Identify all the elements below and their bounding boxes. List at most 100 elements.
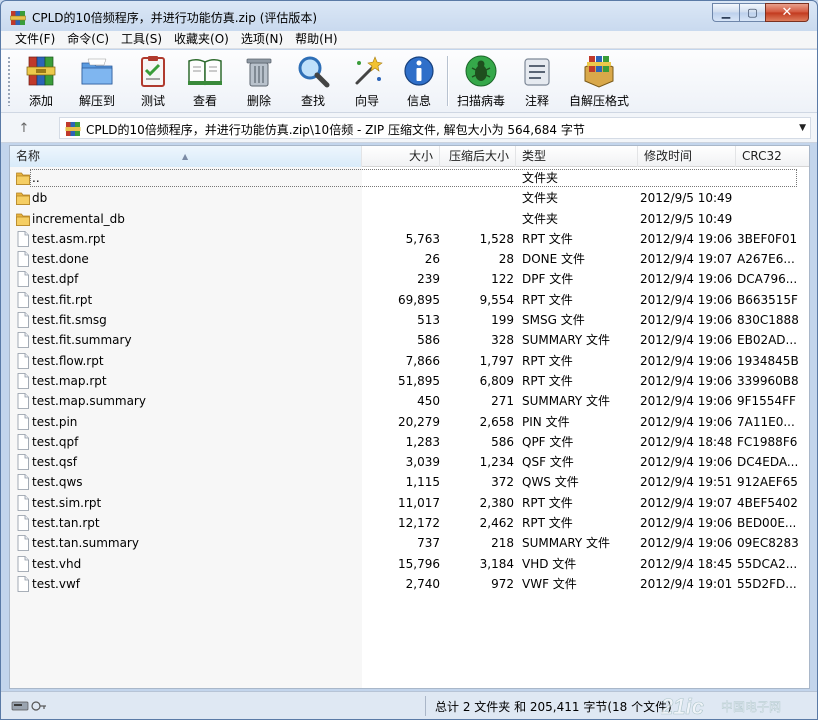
- sfx-button[interactable]: 自解压格式: [569, 53, 629, 111]
- delete-button[interactable]: 删除: [241, 53, 277, 111]
- file-row[interactable]: test.pin 20,279 2,658 PIN 文件 2012/9/4 19:06 7…: [10, 412, 809, 432]
- file-type: VWF 文件: [522, 576, 577, 591]
- file-row[interactable]: test.map.summary 450 271 SUMMARY 文件 2012/9/4…: [10, 391, 809, 411]
- file-modified: 2012/9/4 19:06: [640, 373, 733, 388]
- minimize-icon: ▁: [721, 6, 731, 19]
- address-dropdown-icon[interactable]: ▼: [799, 123, 806, 133]
- file-row[interactable]: test.flow.rpt 7,866 1,797 RPT 文件 2012/9/4 19…: [10, 351, 809, 371]
- column-header-modified[interactable]: 修改时间: [638, 146, 736, 167]
- wizard-wand-icon: [355, 56, 383, 85]
- column-header-type[interactable]: 类型: [516, 146, 638, 167]
- info-label: 信息: [406, 94, 431, 108]
- column-header-size[interactable]: 大小: [362, 146, 440, 167]
- file-row[interactable]: test.dpf 239 122 DPF 文件 2012/9/4 19:06 DCA796…: [10, 269, 809, 289]
- test-clipboard-icon: [141, 56, 165, 87]
- menu-help[interactable]: 帮助(H): [289, 31, 343, 48]
- wizard-button[interactable]: 向导: [349, 53, 385, 111]
- file-name: test.map.rpt: [32, 373, 107, 388]
- file-row[interactable]: test.fit.rpt 69,895 9,554 RPT 文件 2012/9/4 19…: [10, 290, 809, 310]
- file-row[interactable]: test.tan.summary 737 218 SUMMARY 文件 2012/9/4…: [10, 533, 809, 553]
- file-modified: 2012/9/4 18:48: [640, 434, 733, 449]
- menu-file[interactable]: 文件(F): [9, 31, 61, 48]
- file-modified: 2012/9/4 19:06: [640, 272, 733, 287]
- file-row[interactable]: test.fit.smsg 513 199 SMSG 文件 2012/9/4 19:06…: [10, 310, 809, 330]
- file-row[interactable]: test.qpf 1,283 586 QPF 文件 2012/9/4 18:48 FC19…: [10, 432, 809, 452]
- file-row[interactable]: test.map.rpt 51,895 6,809 RPT 文件 2012/9/4 19…: [10, 371, 809, 391]
- extract-button[interactable]: 解压到: [79, 53, 115, 111]
- file-type: DONE 文件: [522, 252, 586, 267]
- file-row[interactable]: test.asm.rpt 5,763 1,528 RPT 文件 2012/9/4 19:…: [10, 229, 809, 249]
- menu-favorites[interactable]: 收藏夹(O): [168, 31, 235, 48]
- archive-icon: [65, 122, 81, 136]
- column-header-crc[interactable]: CRC32: [736, 146, 809, 167]
- file-modified: 2012/9/4 19:51: [640, 475, 733, 490]
- drive-key-icon[interactable]: [11, 699, 47, 713]
- menu-options[interactable]: 选项(N): [235, 31, 289, 48]
- file-packed-size: 2,658: [479, 414, 514, 429]
- extract-label: 解压到: [79, 94, 116, 108]
- file-row[interactable]: test.done 26 28 DONE 文件 2012/9/4 19:07 A267E6…: [10, 249, 809, 269]
- column-header-name[interactable]: 名称 ▲: [10, 146, 362, 167]
- column-name-label: 名称: [16, 149, 41, 163]
- find-label: 查找: [300, 94, 325, 108]
- file-row[interactable]: test.sim.rpt 11,017 2,380 RPT 文件 2012/9/4 19…: [10, 493, 809, 513]
- up-level-button[interactable]: ↑: [15, 119, 33, 137]
- virus-scan-button[interactable]: 扫描病毒: [457, 53, 505, 111]
- file-row[interactable]: test.tan.rpt 12,172 2,462 RPT 文件 2012/9/4 19…: [10, 513, 809, 533]
- file-type: RPT 文件: [522, 292, 573, 307]
- file-packed-size: 328: [491, 333, 514, 348]
- folder-row[interactable]: db 文件夹 2012/9/5 10:49: [10, 188, 809, 208]
- close-button[interactable]: ✕: [765, 3, 809, 22]
- comment-button[interactable]: 注释: [519, 53, 555, 111]
- file-packed-size: 2,462: [479, 516, 514, 531]
- file-icon: [17, 413, 29, 430]
- maximize-button[interactable]: ▢: [739, 3, 765, 22]
- file-packed-size: 372: [491, 475, 514, 490]
- file-modified: 2012/9/4 19:06: [640, 455, 733, 470]
- winrar-window: CPLD的10倍频程序，并进行功能仿真.zip (评估版本) ▁ ▢ ✕ 文件(…: [0, 0, 818, 720]
- menu-tools[interactable]: 工具(S): [115, 31, 168, 48]
- file-type: QWS 文件: [522, 475, 579, 490]
- file-row[interactable]: test.vwf 2,740 972 VWF 文件 2012/9/4 19:01 55D2…: [10, 574, 809, 594]
- file-crc: A267E6...: [737, 252, 795, 267]
- folder-row[interactable]: incremental_db 文件夹 2012/9/5 10:49: [10, 209, 809, 229]
- file-row[interactable]: test.qsf 3,039 1,234 QSF 文件 2012/9/4 19:06 DC…: [10, 452, 809, 472]
- address-field[interactable]: CPLD的10倍频程序，并进行功能仿真.zip\10倍频 - ZIP 压缩文件,…: [59, 117, 811, 139]
- file-row[interactable]: test.qws 1,115 372 QWS 文件 2012/9/4 19:51 912A…: [10, 472, 809, 492]
- file-size: 737: [417, 536, 440, 551]
- maximize-icon: ▢: [747, 6, 758, 19]
- column-header-packed[interactable]: 压缩后大小: [440, 146, 516, 167]
- file-list[interactable]: 名称 ▲ 大小 压缩后大小 类型 修改时间 CRC32 .. 文件夹 db 文件夹 20…: [9, 145, 810, 689]
- minimize-button[interactable]: ▁: [712, 3, 739, 22]
- find-button[interactable]: 查找: [295, 53, 331, 111]
- folder-row[interactable]: .. 文件夹: [10, 168, 809, 188]
- file-name: test.sim.rpt: [32, 495, 102, 510]
- file-type: QSF 文件: [522, 455, 574, 470]
- test-button[interactable]: 测试: [135, 53, 171, 111]
- file-type: SUMMARY 文件: [522, 333, 611, 348]
- window-title: CPLD的10倍频程序，并进行功能仿真.zip (评估版本): [32, 11, 318, 25]
- file-row[interactable]: test.vhd 15,796 3,184 VHD 文件 2012/9/4 18:45 5…: [10, 554, 809, 574]
- file-modified: 2012/9/4 19:07: [640, 495, 733, 510]
- file-modified: 2012/9/5 10:49: [640, 191, 733, 206]
- comment-label: 注释: [524, 94, 549, 108]
- title-bar[interactable]: CPLD的10倍频程序，并进行功能仿真.zip (评估版本) ▁ ▢ ✕: [1, 1, 817, 33]
- file-row[interactable]: test.fit.summary 586 328 SUMMARY 文件 2012/9/4…: [10, 330, 809, 350]
- file-crc: 9F1554FF: [737, 394, 796, 409]
- file-crc: 3BEF0F01: [737, 231, 798, 246]
- add-button[interactable]: 添加: [23, 53, 59, 111]
- file-crc: 912AEF65: [737, 475, 798, 490]
- file-icon: [17, 515, 29, 531]
- toolbar-grip[interactable]: [7, 56, 11, 106]
- info-button[interactable]: 信息: [401, 53, 437, 111]
- view-button[interactable]: 查看: [187, 53, 223, 111]
- file-icon: [17, 474, 29, 491]
- file-type: RPT 文件: [522, 353, 573, 368]
- menu-commands[interactable]: 命令(C): [61, 31, 115, 48]
- file-modified: 2012/9/4 19:06: [640, 292, 733, 307]
- file-modified: 2012/9/4 19:06: [640, 394, 733, 409]
- file-crc: 7A11E0...: [737, 414, 795, 429]
- delete-label: 删除: [246, 94, 271, 108]
- file-crc: 09EC8283: [737, 536, 799, 551]
- file-crc: 4BEF5402: [737, 495, 798, 510]
